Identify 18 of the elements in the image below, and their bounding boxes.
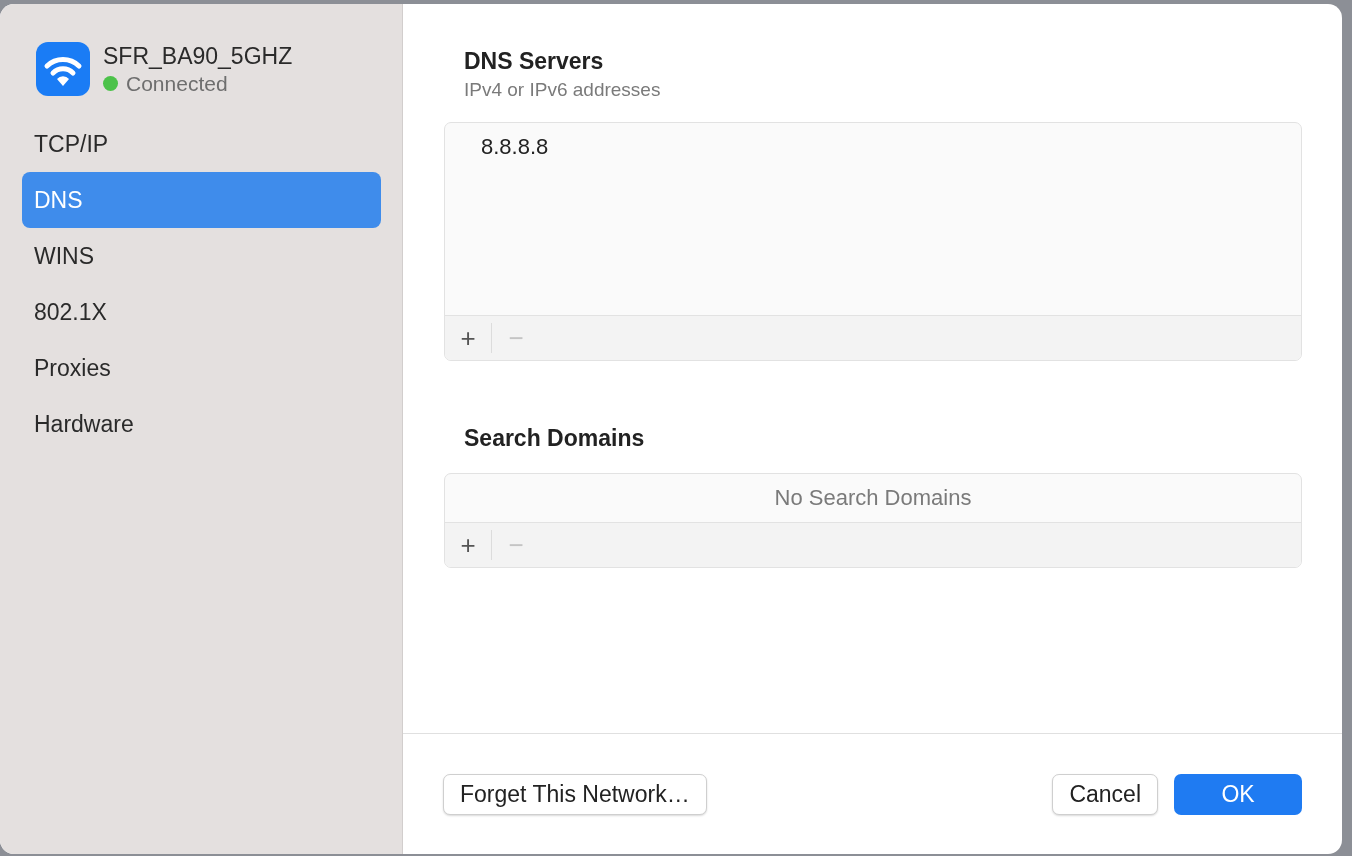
empty-list-text: No Search Domains [773,484,973,511]
section-subtitle: IPv4 or IPv6 addresses [463,79,662,101]
sidebar-item[interactable]: 802.1X [22,284,381,340]
sidebar-item[interactable]: WINS [22,228,381,284]
dialog-button[interactable]: Forget This Network… [443,773,707,815]
section-title: Search Domains [463,425,646,452]
add-button[interactable]: + [455,322,481,354]
network-name: SFR_BA90_5GHZ [103,42,293,70]
list-entry[interactable]: 8.8.8.8 [445,123,1301,160]
sidebar-item[interactable]: TCP/IP [22,116,381,172]
connection-status: Connected [126,71,228,96]
add-button[interactable]: + [455,529,481,561]
section-title: DNS Servers [463,48,605,75]
sidebar-item[interactable]: Hardware [22,396,381,452]
dialog-button[interactable]: Cancel [1052,773,1158,815]
wifi-icon [36,42,90,96]
ok-button[interactable]: OK [1174,773,1302,815]
sidebar-item[interactable]: Proxies [22,340,381,396]
